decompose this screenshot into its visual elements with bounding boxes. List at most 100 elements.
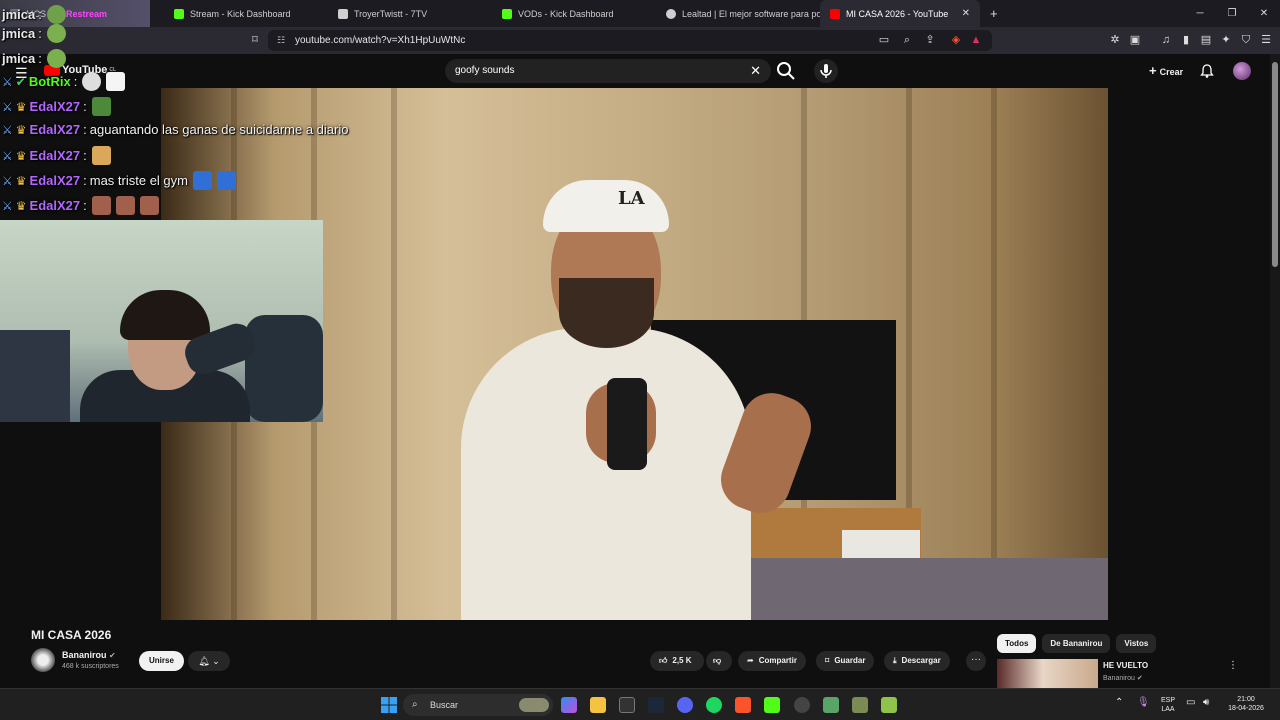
network-icon[interactable]: ▭ [1186, 697, 1195, 708]
wallet-icon[interactable]: ▤ [1198, 32, 1214, 48]
taskbar-search[interactable]: ⌕ Buscar [403, 694, 553, 716]
steam-icon[interactable] [648, 697, 664, 713]
tab-kick-vods[interactable]: VODs - Kick Dashboard [492, 0, 656, 27]
reader-view-icon[interactable]: ▭ [876, 32, 892, 48]
file-explorer-icon[interactable] [590, 697, 606, 713]
chat-emote [46, 49, 66, 68]
more-actions-icon[interactable]: ··· [966, 651, 986, 671]
extensions-icon[interactable]: ✲ [1107, 32, 1123, 48]
search-icon[interactable] [774, 59, 798, 83]
screenshot-icon[interactable]: ▣ [1127, 32, 1143, 48]
chip-todos[interactable]: Todos [997, 634, 1037, 653]
chat-username: jmica [2, 51, 36, 66]
plus-icon: + [1149, 63, 1157, 78]
crown-badge-icon: ♛ [15, 122, 27, 137]
join-button[interactable]: Unirse [139, 651, 184, 671]
clear-search-icon[interactable]: ✕ [750, 59, 761, 83]
site-info-icon[interactable]: ☷ [277, 30, 285, 51]
chip-vistos[interactable]: Vistos [1116, 634, 1157, 653]
zoom-icon[interactable]: ⌕ [899, 32, 915, 48]
tray-chevron-icon[interactable]: ⌃ [1115, 697, 1123, 708]
close-tab-icon[interactable]: ✕ [962, 8, 970, 19]
channel-avatar[interactable] [31, 648, 55, 672]
windows-start-icon[interactable] [381, 697, 397, 713]
account-avatar[interactable] [1233, 62, 1251, 80]
chip-de-bananirou[interactable]: De Bananirou [1042, 634, 1111, 653]
leo-ai-icon[interactable]: ✦ [1218, 32, 1234, 48]
verified-icon: ✔ [109, 651, 116, 660]
app-icon[interactable] [881, 697, 897, 713]
subscription-bell-button[interactable]: 🔔︎ ⌄ [188, 651, 230, 671]
recommendation-thumbnail[interactable] [997, 659, 1098, 689]
chat-text: aguantando las ganas de suicidarme a dia… [89, 122, 349, 137]
brave-shield-icon[interactable]: ◈ [948, 32, 964, 48]
channel-name[interactable]: Bananirou ✔ [62, 650, 116, 660]
brave-icon[interactable] [735, 697, 751, 713]
moderator-badge-icon: ⚔ [2, 198, 13, 213]
discord-icon[interactable] [677, 697, 693, 713]
moderator-badge-icon: ⚔ [2, 148, 13, 163]
youtube-icon [830, 8, 840, 19]
dislike-button[interactable]: 👎︎ [706, 651, 732, 671]
chat-emote [46, 24, 66, 43]
like-count: 2,5 K [672, 656, 692, 665]
share-arrow-icon: ➦ [747, 656, 754, 665]
microphone-icon [820, 64, 832, 78]
new-tab-button[interactable]: + [990, 6, 998, 21]
voice-search-button[interactable] [814, 59, 838, 83]
crown-badge-icon: ♛ [15, 99, 27, 114]
sidebar-icon[interactable]: ▮ [1178, 32, 1194, 48]
tab-label: VODs - Kick Dashboard [518, 8, 614, 19]
share-button[interactable]: ➦ Compartir [738, 651, 806, 671]
verified-badge-icon: ✔ [15, 74, 26, 89]
kick-icon[interactable] [764, 697, 780, 713]
chat-message: ⚔ ♛ EdalX27: [2, 97, 111, 116]
spotify-icon[interactable] [706, 697, 722, 713]
vpn-icon[interactable]: ⛉ [1238, 32, 1254, 48]
chat-emote [193, 171, 212, 190]
obs-icon[interactable] [794, 697, 810, 713]
maximize-icon[interactable]: ❐ [1216, 0, 1248, 27]
app-icon[interactable] [823, 697, 839, 713]
download-button[interactable]: ⤓ Descargar [884, 651, 950, 671]
chat-message: ⚔ ♛ EdalX27: aguantando las ganas de sui… [2, 122, 349, 137]
minimize-icon[interactable]: ─ [1184, 0, 1216, 27]
copilot-icon[interactable] [561, 697, 577, 713]
recommendation-channel: Bananirou ✔ [1103, 675, 1143, 682]
address-bar: ⌑ ☷ youtube.com/watch?v=Xh1HpUuWtNc ▭ ⌕ … [0, 27, 1280, 54]
epic-games-icon[interactable] [619, 697, 635, 713]
download-icon: ⤓ [893, 656, 897, 665]
page-scrollbar-thumb[interactable] [1272, 62, 1278, 267]
volume-icon[interactable]: 🔊︎ [1203, 697, 1209, 708]
media-icon[interactable]: ♫ [1158, 32, 1174, 48]
chat-username: EdalX27 [29, 99, 81, 114]
tray-mic-icon[interactable]: 🎙︎ [1137, 697, 1150, 708]
kick-icon [174, 8, 184, 19]
clock[interactable]: 21:00 18-04-2026 [1222, 695, 1270, 713]
notifications-icon[interactable] [1199, 63, 1215, 79]
tab-lealtad[interactable]: Lealtad | El mejor software para pote [656, 0, 820, 27]
save-button[interactable]: ⌑ Guardar [816, 651, 875, 671]
language-indicator[interactable]: ESP LAA [1156, 696, 1180, 714]
brave-rewards-icon[interactable]: ▲ [968, 32, 984, 48]
thumbs-down-icon: 👎︎ [713, 656, 722, 665]
search-input[interactable]: goofy sounds ✕ [445, 59, 771, 83]
chat-message: jmica: [2, 5, 66, 24]
create-button[interactable]: + Crear [1141, 60, 1191, 82]
chat-emote [91, 97, 111, 116]
recommendation-filters: Todos De Bananirou Vistos [997, 634, 1157, 653]
recommendation-more-icon[interactable]: ⋮ [1228, 660, 1238, 671]
bookmark-icon[interactable]: ⌑ [247, 32, 263, 48]
minecraft-icon[interactable] [852, 697, 868, 713]
tab-7tv[interactable]: TroyerTwistt - 7TV [328, 0, 492, 27]
menu-icon[interactable]: ☰ [1258, 32, 1274, 48]
like-button[interactable]: 👍︎ 2,5 K [650, 651, 704, 671]
recommendation-title[interactable]: HE VUELTO [1103, 661, 1148, 670]
close-window-icon[interactable]: ✕ [1248, 0, 1280, 27]
thumbs-up-icon: 👍︎ [659, 656, 668, 665]
tab-label: TroyerTwistt - 7TV [354, 8, 428, 19]
chat-message: jmica: [2, 49, 66, 68]
share-icon[interactable]: ⇪ [922, 32, 938, 48]
tab-youtube[interactable]: MI CASA 2026 - YouTube ✕ [820, 0, 980, 27]
tab-kick-stream[interactable]: Stream - Kick Dashboard [164, 0, 328, 27]
